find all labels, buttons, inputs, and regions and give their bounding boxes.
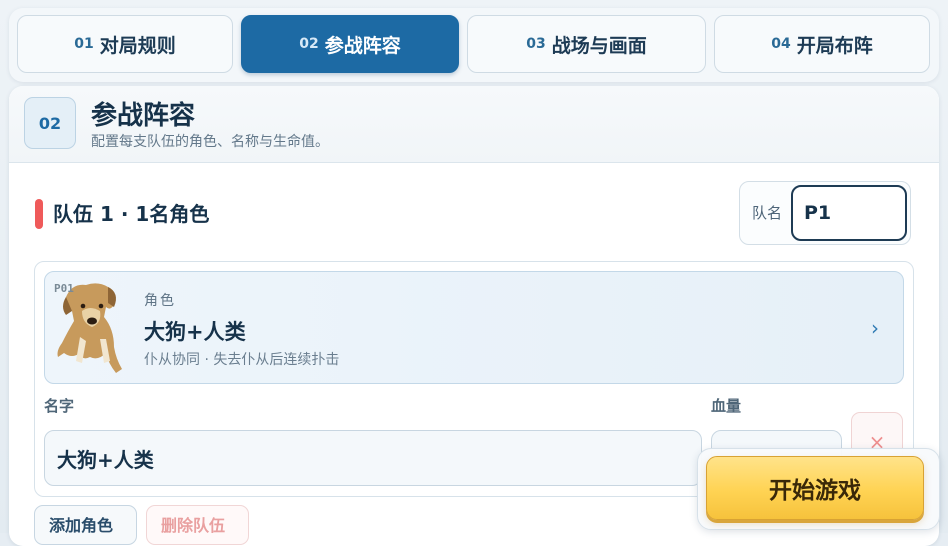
character-name-input[interactable] (44, 430, 702, 486)
character-slot-tag: P01 (54, 282, 74, 295)
section-badge: 02 (24, 97, 76, 149)
hp-field-label: 血量 (711, 397, 742, 415)
team-title: 队伍 1 · 1名角色 (53, 202, 210, 226)
tab-number: 03 (526, 36, 546, 52)
chevron-right-icon: › (871, 316, 879, 340)
add-role-button[interactable]: 添加角色 (34, 505, 137, 545)
name-field-label: 名字 (44, 397, 75, 415)
start-game-button[interactable]: 开始游戏 (706, 456, 924, 520)
tab-label: 参战阵容 (324, 34, 401, 57)
step-tabs: 01 对局规则 02 参战阵容 03 战场与画面 04 开局布阵 (9, 8, 939, 82)
tab-rules[interactable]: 01 对局规则 (17, 15, 233, 73)
tab-battlefield[interactable]: 03 战场与画面 (467, 15, 706, 73)
role-description: 仆从协同 · 失去仆从后连续扑击 (144, 352, 340, 368)
team-name-group: 队名 (739, 181, 911, 245)
tab-number: 02 (299, 36, 319, 52)
character-selector[interactable]: P01 角色 大狗+人类 仆从协同 · 失去仆从后连续扑击 › (44, 271, 904, 384)
tab-number: 04 (771, 36, 791, 52)
team-name-input[interactable] (791, 185, 907, 241)
tab-label: 对局规则 (99, 34, 176, 57)
delete-team-button[interactable]: 删除队伍 (146, 505, 249, 545)
tab-label: 开局布阵 (796, 34, 873, 57)
tab-lineup[interactable]: 02 参战阵容 (241, 15, 459, 73)
start-dock: 开始游戏 (697, 448, 940, 530)
tab-label: 战场与画面 (551, 34, 647, 57)
section-title: 参战阵容 (91, 101, 196, 131)
role-name: 大狗+人类 (144, 320, 246, 344)
section-header: 02 参战阵容 配置每支队伍的角色、名称与生命值。 (9, 86, 939, 163)
section-subtitle: 配置每支队伍的角色、名称与生命值。 (91, 134, 329, 150)
team-name-label: 队名 (752, 204, 783, 222)
tab-deployment[interactable]: 04 开局布阵 (714, 15, 930, 73)
tab-number: 01 (74, 36, 94, 52)
team-color-bar (35, 199, 43, 229)
role-label: 角色 (144, 293, 176, 309)
